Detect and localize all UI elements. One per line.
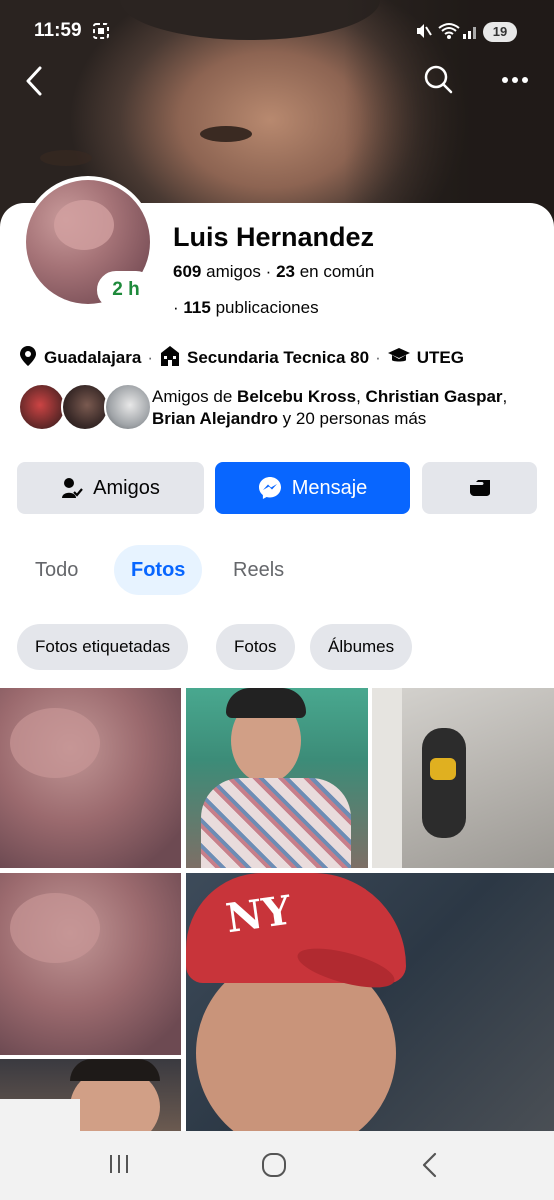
profile-page: 11:59 19 2 h Luis Hernandez 609 amigos ·: [0, 0, 554, 1200]
chip-albums[interactable]: Álbumes: [310, 624, 413, 670]
mutual-friend-name[interactable]: Belcebu Kross: [237, 387, 356, 406]
back-nav-icon[interactable]: [418, 1151, 442, 1184]
battery-indicator: 19: [483, 22, 517, 42]
friends-count: 609: [173, 262, 202, 281]
pointing-hand-icon: [468, 479, 492, 497]
messenger-icon: [258, 476, 282, 500]
mutual-friend-avatar: [61, 383, 109, 431]
friends-label: amigos: [206, 262, 261, 281]
cap-logo: NY: [223, 886, 295, 943]
friend-check-icon: [61, 477, 83, 499]
posts-summary: · 115 publicaciones: [173, 298, 319, 318]
mutual-friend-name[interactable]: Christian Gaspar: [366, 387, 503, 406]
mutual-friend-name[interactable]: Brian Alejandro: [152, 409, 278, 428]
photo-thumbnail[interactable]: [186, 688, 368, 868]
mutual-label: en común: [299, 262, 375, 281]
search-icon[interactable]: [423, 64, 455, 101]
mutual-count: 23: [276, 262, 295, 281]
posts-label: publicaciones: [215, 298, 319, 317]
school-text: Secundaria Tecnica 80: [187, 348, 370, 367]
screenshot-icon: [92, 22, 110, 44]
photo-thumbnail[interactable]: [372, 688, 554, 868]
mute-icon: [414, 22, 432, 44]
mutual-friend-avatar: [104, 383, 152, 431]
more-options-icon[interactable]: [500, 70, 530, 95]
school-building-icon: [159, 345, 181, 372]
posts-prefix: ·: [173, 298, 179, 317]
photo-thumbnail[interactable]: [0, 688, 181, 868]
status-time: 11:59: [34, 20, 82, 41]
friends-summary[interactable]: 609 amigos · 23 en común: [173, 262, 374, 282]
mutual-friends-text[interactable]: Amigos de Belcebu Kross, Christian Gaspa…: [152, 386, 537, 430]
photo-thumbnail[interactable]: [0, 1059, 181, 1131]
active-status-badge: 2 h: [97, 271, 155, 309]
chip-photos[interactable]: Fotos: [216, 624, 295, 670]
poke-button[interactable]: [422, 462, 537, 514]
photo-thumbnail[interactable]: [0, 873, 181, 1055]
tab-todo[interactable]: Todo: [35, 545, 78, 595]
back-arrow-icon[interactable]: [22, 64, 48, 103]
location-pin-icon: [18, 345, 38, 372]
recent-apps-icon[interactable]: [106, 1151, 132, 1182]
friends-button[interactable]: Amigos: [17, 462, 204, 514]
system-nav-bar: [0, 1131, 554, 1200]
message-button[interactable]: Mensaje: [215, 462, 410, 514]
home-icon[interactable]: [260, 1151, 288, 1184]
location-text: Guadalajara: [44, 348, 142, 367]
tab-fotos[interactable]: Fotos: [114, 545, 203, 595]
chip-tagged-photos[interactable]: Fotos etiquetadas: [17, 624, 189, 670]
photo-thumbnail[interactable]: NY: [186, 873, 554, 1131]
profile-intro-row: Guadalajara · Secundaria Tecnica 80 · UT…: [18, 345, 464, 371]
mutual-separator: ·: [265, 262, 272, 281]
signal-icon: [462, 22, 480, 44]
tab-reels[interactable]: Reels: [233, 545, 284, 595]
graduation-cap-icon: [387, 346, 411, 371]
wifi-icon: [438, 22, 460, 44]
mutual-friend-avatar: [18, 383, 66, 431]
status-bar: 11:59 19: [0, 0, 554, 66]
college-text: UTEG: [416, 348, 464, 367]
profile-name: Luis Hernandez: [173, 222, 375, 252]
posts-count: 115: [183, 298, 211, 317]
